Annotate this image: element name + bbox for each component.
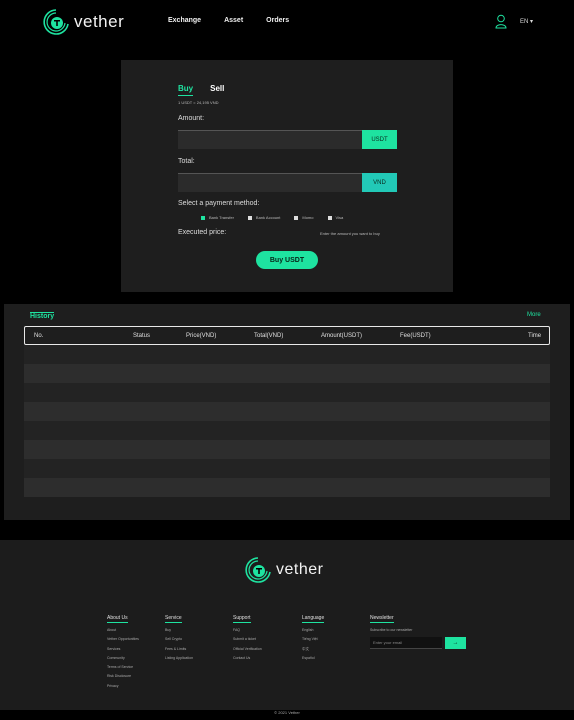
table-row bbox=[24, 383, 550, 402]
payment-option-label: Bank Transfer bbox=[209, 215, 234, 220]
footer-support: Support FAQ Submit a ticket Official Ver… bbox=[233, 606, 262, 665]
total-unit-badge: VND bbox=[362, 173, 397, 192]
exchange-rate: 1 USDT = 24,195 VND bbox=[178, 100, 219, 105]
history-table: No. Status Price(VND) Total(VND) Amount(… bbox=[24, 326, 550, 497]
table-row bbox=[24, 440, 550, 459]
footer-language-option[interactable]: Tiếng Việt bbox=[302, 637, 324, 646]
footer-link[interactable]: Contact Us bbox=[233, 656, 262, 665]
newsletter-description: Subscribe to our newsletter bbox=[370, 628, 413, 632]
total-label: Total: bbox=[178, 158, 195, 165]
footer-language-option[interactable]: English bbox=[302, 628, 324, 637]
table-row bbox=[24, 345, 550, 364]
footer-logo[interactable]: vether bbox=[244, 554, 323, 586]
footer-link[interactable]: Fees & Limits bbox=[165, 647, 193, 656]
footer-link[interactable]: Listing Application bbox=[165, 656, 193, 665]
footer-link[interactable]: FAQ bbox=[233, 628, 262, 637]
footer-service: Service Buy Sell Crypto Fees & Limits Li… bbox=[165, 606, 193, 665]
copyright: © 2021 Vether bbox=[274, 710, 300, 715]
trade-card: Buy Sell 1 USDT = 24,195 VND Amount: USD… bbox=[121, 60, 453, 292]
footer-newsletter-title: Newsletter bbox=[370, 615, 394, 623]
total-row: VND bbox=[178, 173, 397, 192]
payment-option[interactable]: Bank Account bbox=[247, 215, 281, 220]
footer-link[interactable]: Community bbox=[107, 656, 139, 665]
amount-label: Amount: bbox=[178, 115, 205, 122]
main-nav: Exchange Asset Orders bbox=[168, 17, 312, 24]
nav-asset[interactable]: Asset bbox=[224, 17, 243, 24]
col-status: Status bbox=[133, 333, 151, 339]
executed-price-note: Enter the amount you want to buy bbox=[320, 231, 380, 236]
amount-input[interactable] bbox=[178, 130, 362, 149]
footer: vether About Us About Vether Opportuniti… bbox=[0, 540, 574, 710]
col-no: No. bbox=[34, 333, 44, 339]
col-price: Price(VND) bbox=[186, 333, 217, 339]
amount-unit-badge: USDT bbox=[362, 130, 397, 149]
footer-newsletter: Newsletter Subscribe to our newsletter E… bbox=[370, 606, 466, 649]
amount-row: USDT bbox=[178, 130, 397, 149]
nav-exchange[interactable]: Exchange bbox=[168, 17, 201, 24]
history-title-text: History bbox=[30, 313, 55, 320]
newsletter-email-input[interactable]: Enter your email bbox=[370, 637, 442, 649]
payment-methods: Bank Transfer Bank Account Momo Visa bbox=[201, 215, 357, 220]
footer-about-title: About Us bbox=[107, 615, 128, 623]
payment-option-label: Momo bbox=[302, 215, 314, 220]
footer-support-title: Support bbox=[233, 615, 251, 623]
payment-option-label: Visa bbox=[335, 215, 344, 220]
brand-name: vether bbox=[74, 12, 125, 31]
history-title[interactable]: History bbox=[30, 312, 55, 320]
table-header: No. Status Price(VND) Total(VND) Amount(… bbox=[24, 326, 550, 345]
vether-logo-icon bbox=[43, 9, 69, 35]
footer-language-title: Language bbox=[302, 615, 325, 623]
footer-brand-name: vether bbox=[276, 561, 324, 578]
footer-link[interactable]: Submit a ticket bbox=[233, 637, 262, 646]
nav-orders[interactable]: Orders bbox=[266, 17, 289, 24]
history-panel: History More No. Status Price(VND) Total… bbox=[4, 304, 570, 520]
col-fee: Fee(USDT) bbox=[400, 333, 431, 339]
footer-link[interactable]: Terms of Service bbox=[107, 665, 139, 674]
footer-link[interactable]: Sell Crypto bbox=[165, 637, 193, 646]
footer-link[interactable]: Buy bbox=[165, 628, 193, 637]
brand-logo[interactable]: vether bbox=[42, 6, 132, 38]
footer-link[interactable]: Privacy bbox=[107, 684, 139, 693]
payment-option[interactable]: Momo bbox=[294, 215, 314, 220]
payment-option[interactable]: Visa bbox=[327, 215, 344, 220]
table-row bbox=[24, 459, 550, 478]
footer-link[interactable]: Official Verification bbox=[233, 647, 262, 656]
payment-label: Select a payment method: bbox=[178, 200, 260, 207]
language-selector[interactable]: EN ▾ bbox=[520, 18, 533, 25]
footer-language: Language English Tiếng Việt 中文 Español bbox=[302, 606, 325, 665]
payment-option-label: Bank Account bbox=[255, 215, 281, 220]
footer-service-title: Service bbox=[165, 615, 182, 623]
table-row bbox=[24, 421, 550, 440]
buy-usdt-button[interactable]: Buy USDT bbox=[256, 251, 318, 269]
header: vether Exchange Asset Orders EN ▾ bbox=[0, 0, 574, 44]
total-input[interactable] bbox=[178, 173, 362, 192]
radio-icon bbox=[327, 215, 332, 220]
history-more-link[interactable]: More bbox=[527, 312, 541, 318]
newsletter-submit-button[interactable]: → bbox=[445, 637, 466, 649]
footer-language-option[interactable]: 中文 bbox=[302, 647, 324, 656]
radio-icon bbox=[247, 215, 252, 220]
newsletter-form: Enter your email → bbox=[370, 637, 466, 649]
table-row bbox=[24, 364, 550, 383]
footer-link[interactable]: Vether Opportunities bbox=[107, 637, 139, 646]
radio-icon bbox=[294, 215, 299, 220]
executed-price-label: Executed price: bbox=[178, 229, 227, 236]
footer-about: About Us About Vether Opportunities Serv… bbox=[107, 606, 139, 693]
tab-buy[interactable]: Buy bbox=[178, 84, 194, 96]
footer-link[interactable]: About bbox=[107, 628, 139, 637]
payment-option[interactable]: Bank Transfer bbox=[201, 215, 234, 220]
table-row bbox=[24, 402, 550, 421]
table-row bbox=[24, 478, 550, 497]
col-total: Total(VND) bbox=[254, 333, 284, 339]
vether-logo-icon bbox=[245, 557, 271, 583]
footer-link[interactable]: Services bbox=[107, 647, 139, 656]
col-amount: Amount(USDT) bbox=[321, 333, 363, 339]
user-icon[interactable] bbox=[495, 14, 507, 29]
footer-language-option[interactable]: Español bbox=[302, 656, 324, 665]
footer-link[interactable]: Risk Disclosure bbox=[107, 674, 139, 683]
tab-sell[interactable]: Sell bbox=[210, 84, 224, 96]
col-time: Time bbox=[528, 333, 542, 339]
radio-selected-icon bbox=[201, 215, 205, 220]
trade-tabs: Buy Sell bbox=[178, 84, 241, 96]
